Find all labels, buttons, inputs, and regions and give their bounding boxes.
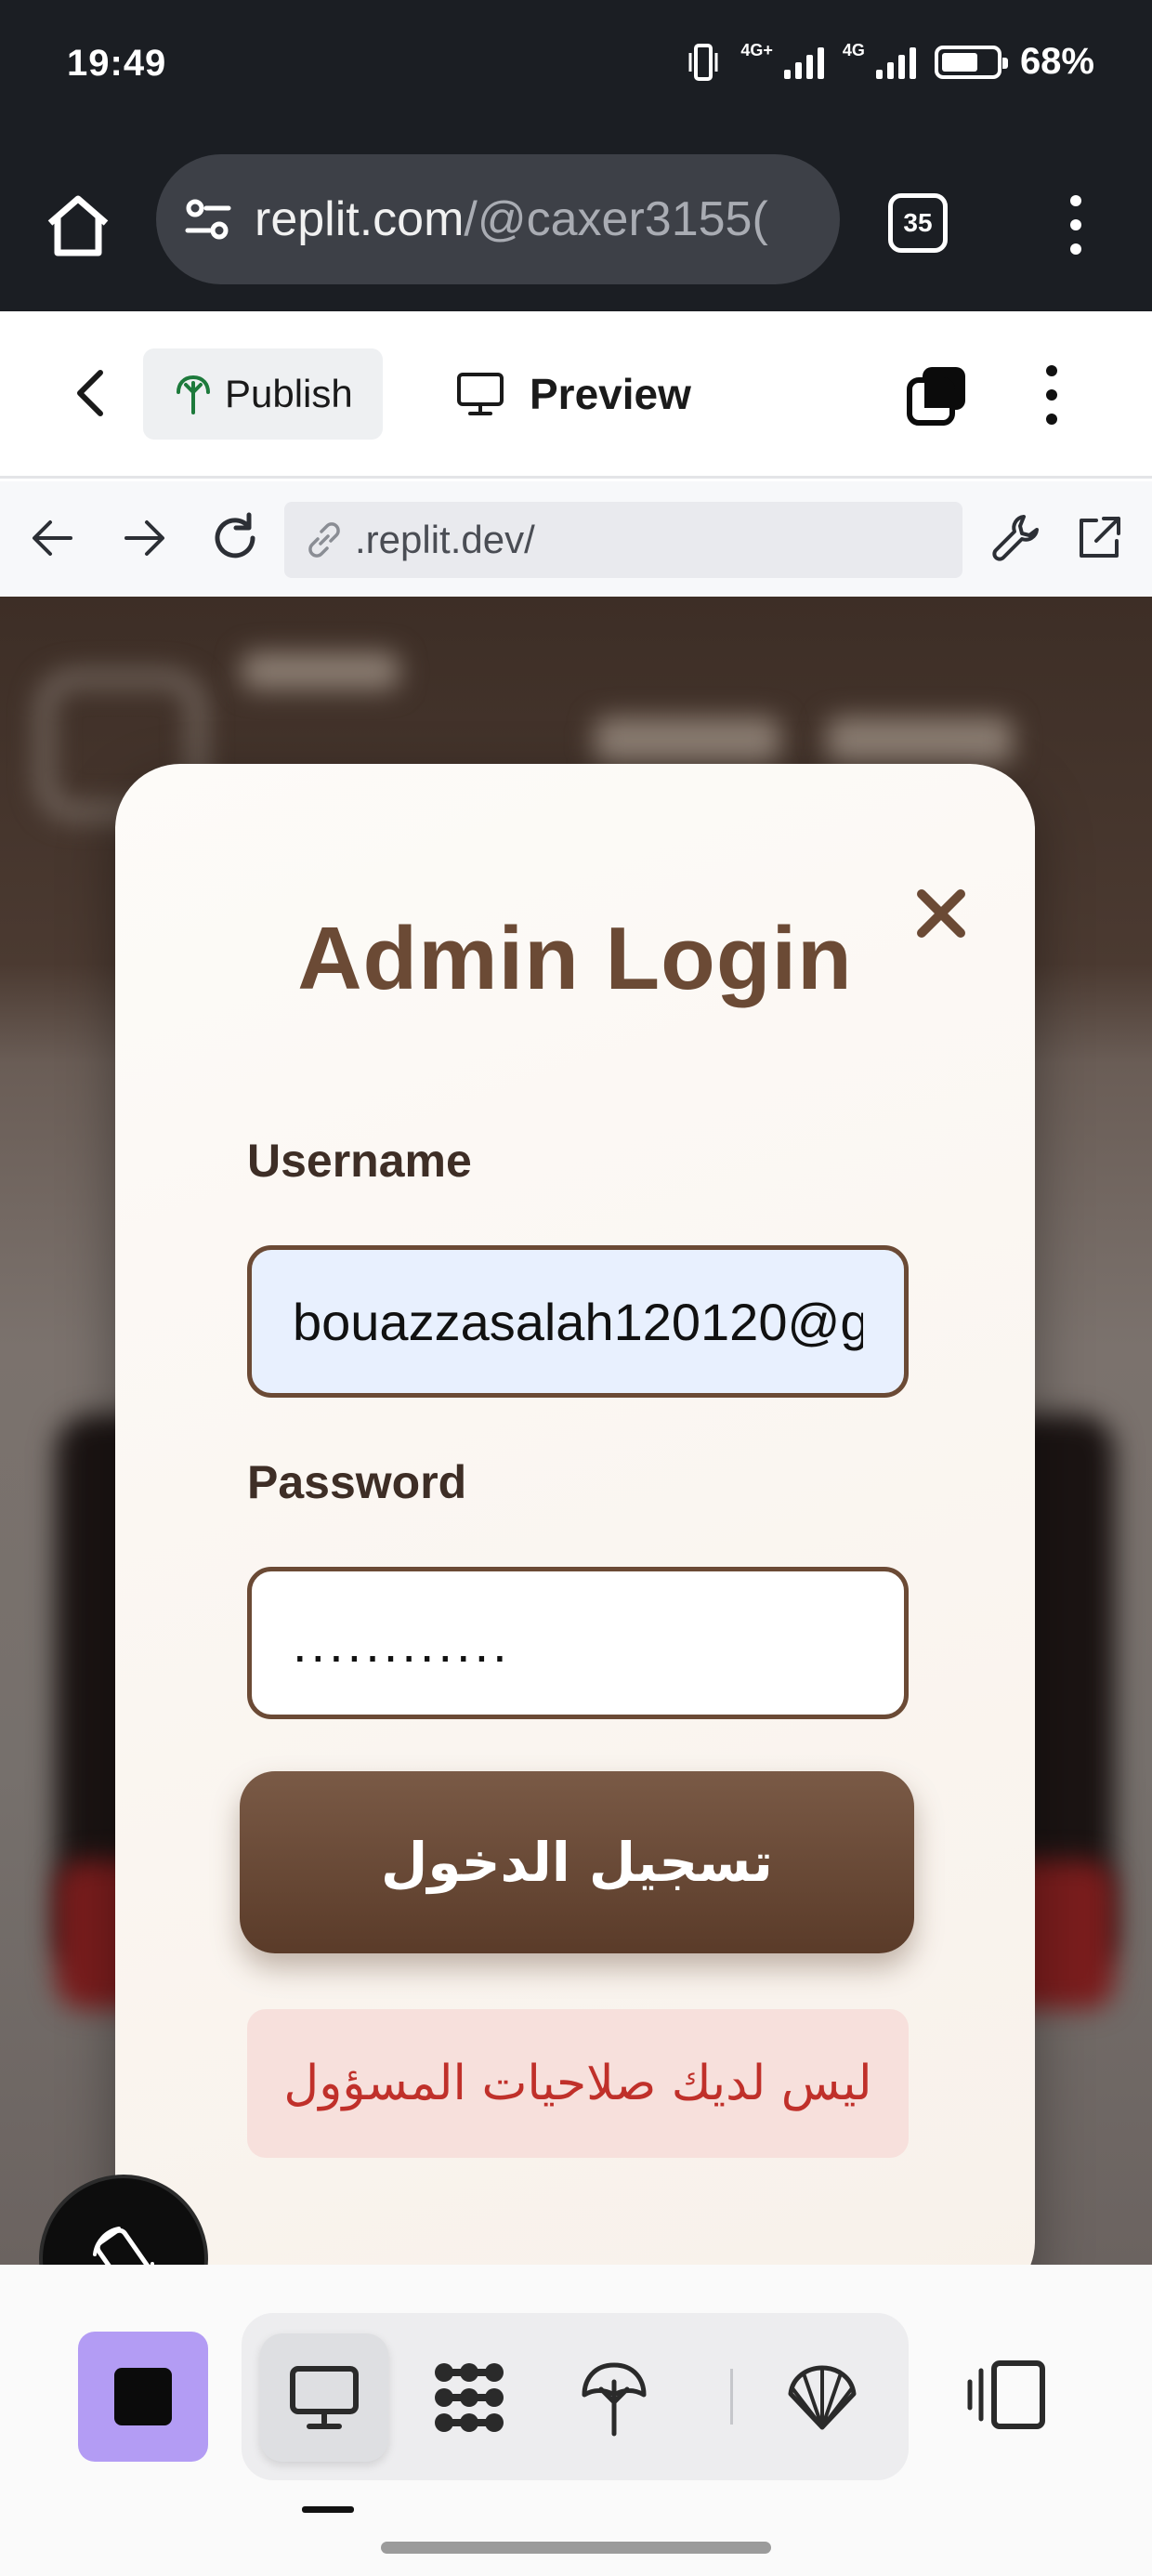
chevron-left-icon[interactable] (67, 365, 117, 421)
preview-tool[interactable] (260, 2333, 388, 2462)
monitor-icon (290, 2366, 359, 2429)
stop-button[interactable] (78, 2332, 208, 2462)
network-type-1: 4G+ (740, 41, 773, 59)
address-bar[interactable]: replit.com/@caxer3155( (156, 154, 840, 284)
url-host: replit.com (255, 192, 465, 246)
layers-icon[interactable] (906, 363, 971, 428)
more-vert-icon[interactable] (1033, 358, 1070, 432)
battery-level (941, 52, 978, 72)
webview-navigation: .replit.dev/ (0, 481, 1152, 597)
wrench-icon[interactable] (987, 509, 1044, 567)
shell-tool[interactable] (758, 2333, 886, 2462)
password-label: Password (247, 1456, 467, 1508)
webview-url-field[interactable]: .replit.dev/ (284, 502, 962, 578)
admin-login-modal: Admin Login Username Password تسجيل الدخ… (115, 764, 1035, 2265)
status-bar: 19:49 4G+ 4G 68% (0, 0, 1152, 139)
home-icon[interactable] (41, 188, 115, 262)
webview-url-text: .replit.dev/ (355, 518, 535, 561)
bottom-dock (0, 2265, 1152, 2576)
password-field[interactable] (247, 1567, 909, 1719)
tool-switcher (242, 2313, 909, 2480)
background-title (242, 652, 399, 690)
arrow-right-icon[interactable] (115, 509, 173, 567)
app-preview: Admin Login Username Password تسجيل الدخ… (0, 597, 1152, 2265)
background-nav (595, 717, 780, 764)
stop-icon (114, 2368, 172, 2425)
external-link-icon[interactable] (1070, 509, 1128, 567)
address-text[interactable]: replit.com/@caxer3155( (255, 191, 768, 247)
refresh-icon[interactable] (206, 509, 264, 567)
link-icon (308, 522, 340, 558)
side-panel-icon[interactable] (966, 2358, 1050, 2432)
status-time: 19:49 (67, 43, 167, 84)
error-message: ليس لديك صلاحيات المسؤول (247, 2009, 909, 2158)
arrow-left-icon[interactable] (24, 509, 82, 567)
login-button[interactable]: تسجيل الدخول (240, 1771, 914, 1953)
background-nav (827, 717, 1013, 764)
publish-label: Publish (225, 372, 353, 415)
status-indicators: 4G+ 4G 68% (685, 41, 1094, 83)
signal-icon (783, 46, 824, 79)
preview-label: Preview (530, 370, 691, 418)
tab-switcher-button[interactable]: 35 (888, 193, 948, 253)
vibrate-icon (688, 43, 718, 81)
publish-button[interactable]: Publish (143, 348, 383, 440)
signal-icon (875, 46, 916, 79)
username-label: Username (247, 1135, 472, 1187)
publish-icon (177, 375, 210, 414)
monitor-icon (457, 373, 504, 415)
more-vert-icon[interactable] (1057, 188, 1094, 262)
agent-tool[interactable] (405, 2333, 533, 2462)
agent-icon (435, 2363, 504, 2432)
preview-tab[interactable]: Preview (455, 348, 691, 440)
active-indicator (302, 2506, 354, 2513)
publish-icon (582, 2362, 647, 2437)
browser-toolbar: replit.com/@caxer3155( 35 (0, 139, 1152, 311)
shell-icon (788, 2365, 857, 2430)
home-indicator[interactable] (381, 2542, 771, 2554)
username-field[interactable] (247, 1245, 909, 1398)
dock-separator (730, 2369, 733, 2425)
url-path: /@caxer3155( (464, 192, 768, 246)
network-type-2: 4G (842, 41, 865, 59)
deploy-tool[interactable] (550, 2333, 678, 2462)
battery-icon (934, 45, 1008, 79)
modal-title: Admin Login (297, 909, 853, 1008)
tune-icon[interactable] (180, 191, 236, 247)
replit-toolbar: Publish Preview (0, 313, 1152, 479)
battery-percent: 68% (1019, 41, 1094, 82)
